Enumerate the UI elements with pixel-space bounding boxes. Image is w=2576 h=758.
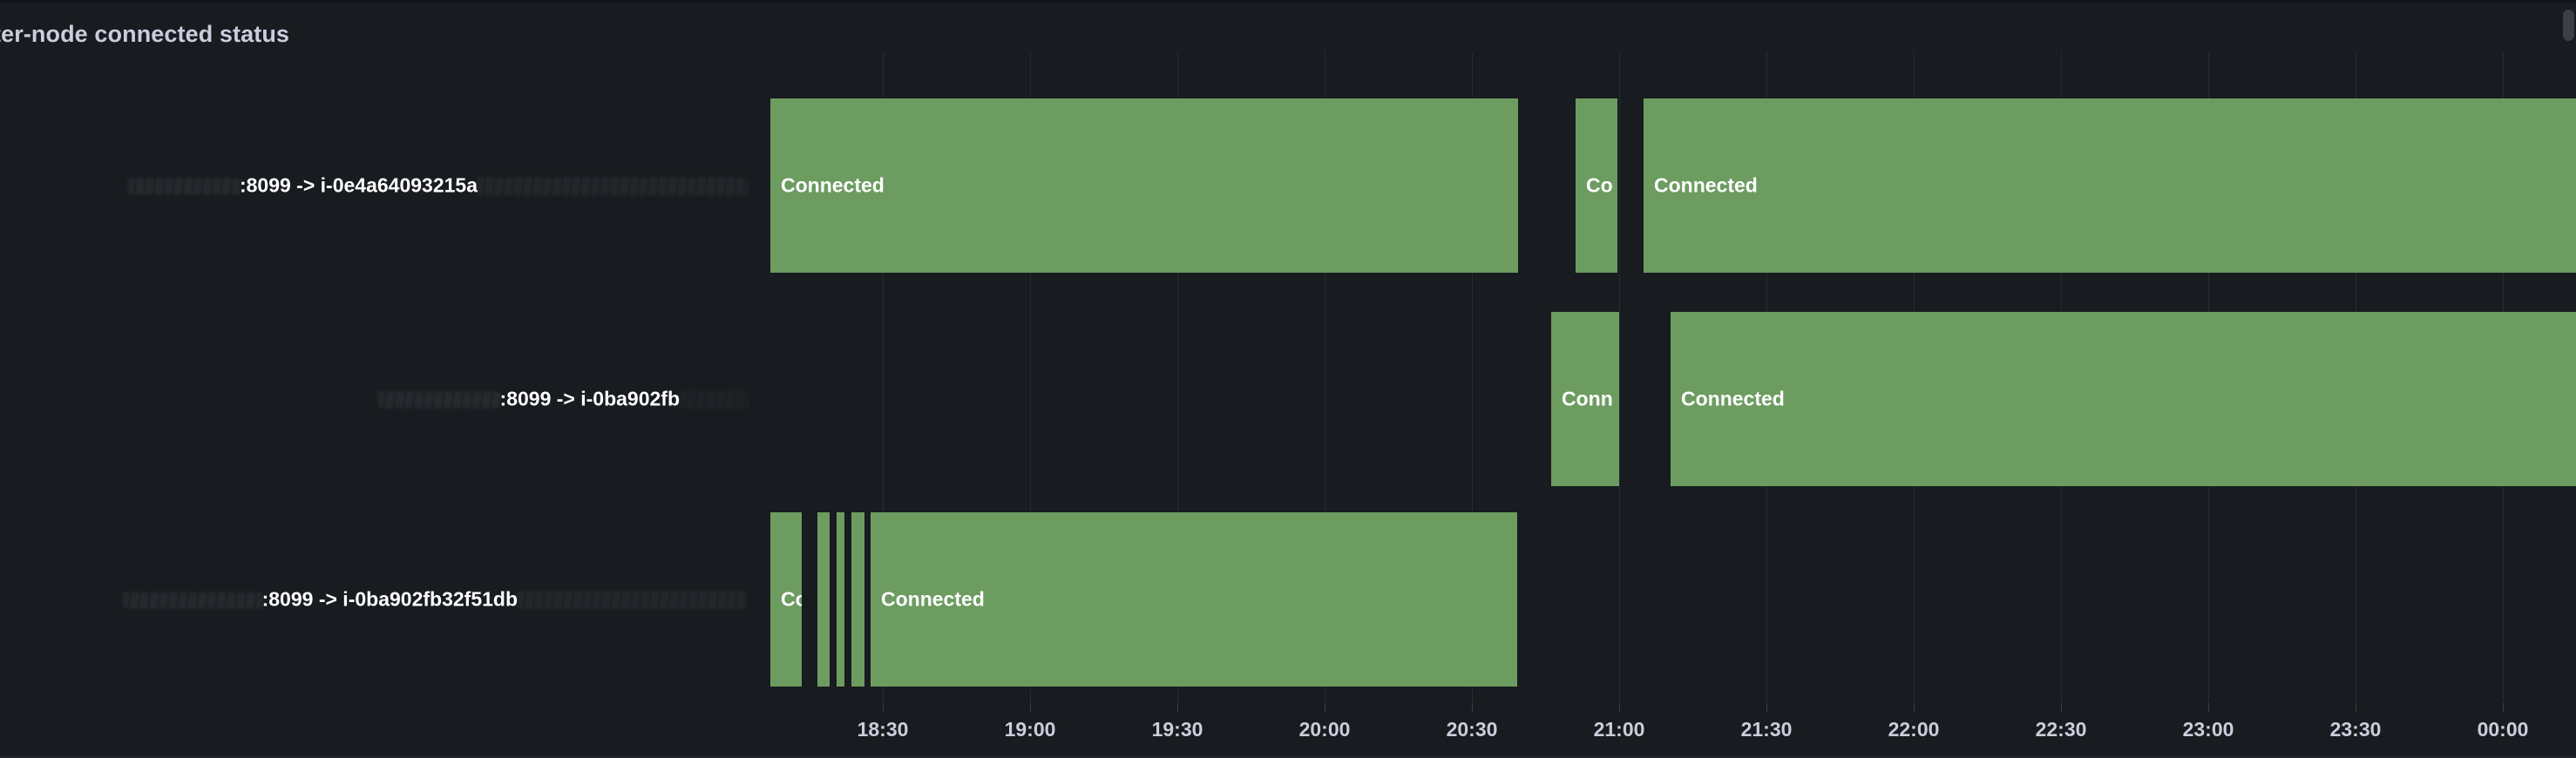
redacted-suffix xyxy=(680,390,748,409)
timeline-segment[interactable]: Connected xyxy=(1671,312,2576,486)
axis-tick-label: 21:00 xyxy=(1593,718,1645,741)
redacted-suffix xyxy=(478,177,748,196)
segment-label: Co xyxy=(1586,173,1613,197)
row-label: :8099 -> i-0ba902fb32f51db xyxy=(122,587,748,612)
axis-tick-label: 22:30 xyxy=(2035,718,2087,741)
axis-tick-label: 19:00 xyxy=(1004,718,1056,741)
timeline-segment[interactable]: Connected xyxy=(1644,98,2576,273)
timeline-segment[interactable]: Conn xyxy=(1551,312,1619,486)
timeline-plot-area: :8099 -> i-0e4a64093215a Connected Co Conne… xyxy=(0,52,2576,701)
state-timeline-panel: ter-node connected status :8099 -> i-0e4… xyxy=(0,0,2576,758)
segment-label: Conn xyxy=(1562,387,1613,410)
axis-tick-label: 20:00 xyxy=(1298,718,1351,741)
segment-label: Connected xyxy=(1681,387,1785,410)
redacted-hostname xyxy=(122,592,262,609)
panel-top-divider xyxy=(0,0,2576,3)
axis-tick-label: 23:00 xyxy=(2182,718,2234,741)
axis-tick-mark xyxy=(1619,702,1620,712)
segment-label: Co xyxy=(781,587,802,611)
redacted-hostname xyxy=(377,391,500,409)
segment-label: Connected xyxy=(781,173,885,197)
axis-tick-mark xyxy=(1472,702,1473,712)
redacted-suffix xyxy=(518,591,748,610)
timeline-segment[interactable] xyxy=(837,512,844,687)
x-axis: 18:30 19:00 19:30 20:00 20:30 21:00 21:30 22:00… xyxy=(0,702,2576,758)
scrollbar-thumb[interactable] xyxy=(2563,10,2574,41)
axis-tick-mark xyxy=(1766,702,1767,712)
timeline-segment[interactable]: Connected xyxy=(770,98,1518,273)
axis-tick-mark xyxy=(883,702,884,712)
timeline-segment[interactable]: Co xyxy=(770,512,802,687)
axis-tick-mark xyxy=(2503,702,2504,712)
page-title: ter-node connected status xyxy=(0,21,290,47)
axis-tick-label: 22:00 xyxy=(1888,718,1940,741)
axis-tick-label: 18:30 xyxy=(857,718,909,741)
row-label-text: :8099 -> i-0e4a64093215a xyxy=(239,173,478,197)
redacted-hostname xyxy=(127,178,240,195)
axis-tick-mark xyxy=(1030,702,1031,712)
timeline-row[interactable]: :8099 -> i-0ba902fb Conn Connected xyxy=(0,312,2576,486)
timeline-row[interactable]: :8099 -> i-0ba902fb32f51db Co Connected xyxy=(0,512,2576,687)
timeline-segment[interactable]: Connected xyxy=(871,512,1517,687)
row-label-text: :8099 -> i-0ba902fb xyxy=(499,387,680,410)
timeline-segment[interactable] xyxy=(817,512,830,687)
axis-tick-mark xyxy=(1177,702,1178,712)
segment-label: Connected xyxy=(881,587,985,611)
axis-tick-label: 20:30 xyxy=(1446,718,1498,741)
timeline-segment[interactable] xyxy=(851,512,864,687)
segment-label: Connected xyxy=(1654,173,1758,197)
timeline-segment[interactable]: Co xyxy=(1576,98,1617,273)
axis-tick-mark xyxy=(2208,702,2209,712)
axis-tick-mark xyxy=(2061,702,2062,712)
axis-tick-label: 23:30 xyxy=(2329,718,2382,741)
row-label-text: :8099 -> i-0ba902fb32f51db xyxy=(261,587,518,611)
row-label: :8099 -> i-0ba902fb xyxy=(377,387,748,411)
axis-tick-label: 00:00 xyxy=(2477,718,2529,741)
timeline-row[interactable]: :8099 -> i-0e4a64093215a Connected Co Conne… xyxy=(0,98,2576,273)
axis-tick-label: 19:30 xyxy=(1151,718,1203,741)
row-label: :8099 -> i-0e4a64093215a xyxy=(127,173,748,198)
axis-tick-label: 21:30 xyxy=(1740,718,1793,741)
axis-tick-mark xyxy=(1914,702,1915,712)
